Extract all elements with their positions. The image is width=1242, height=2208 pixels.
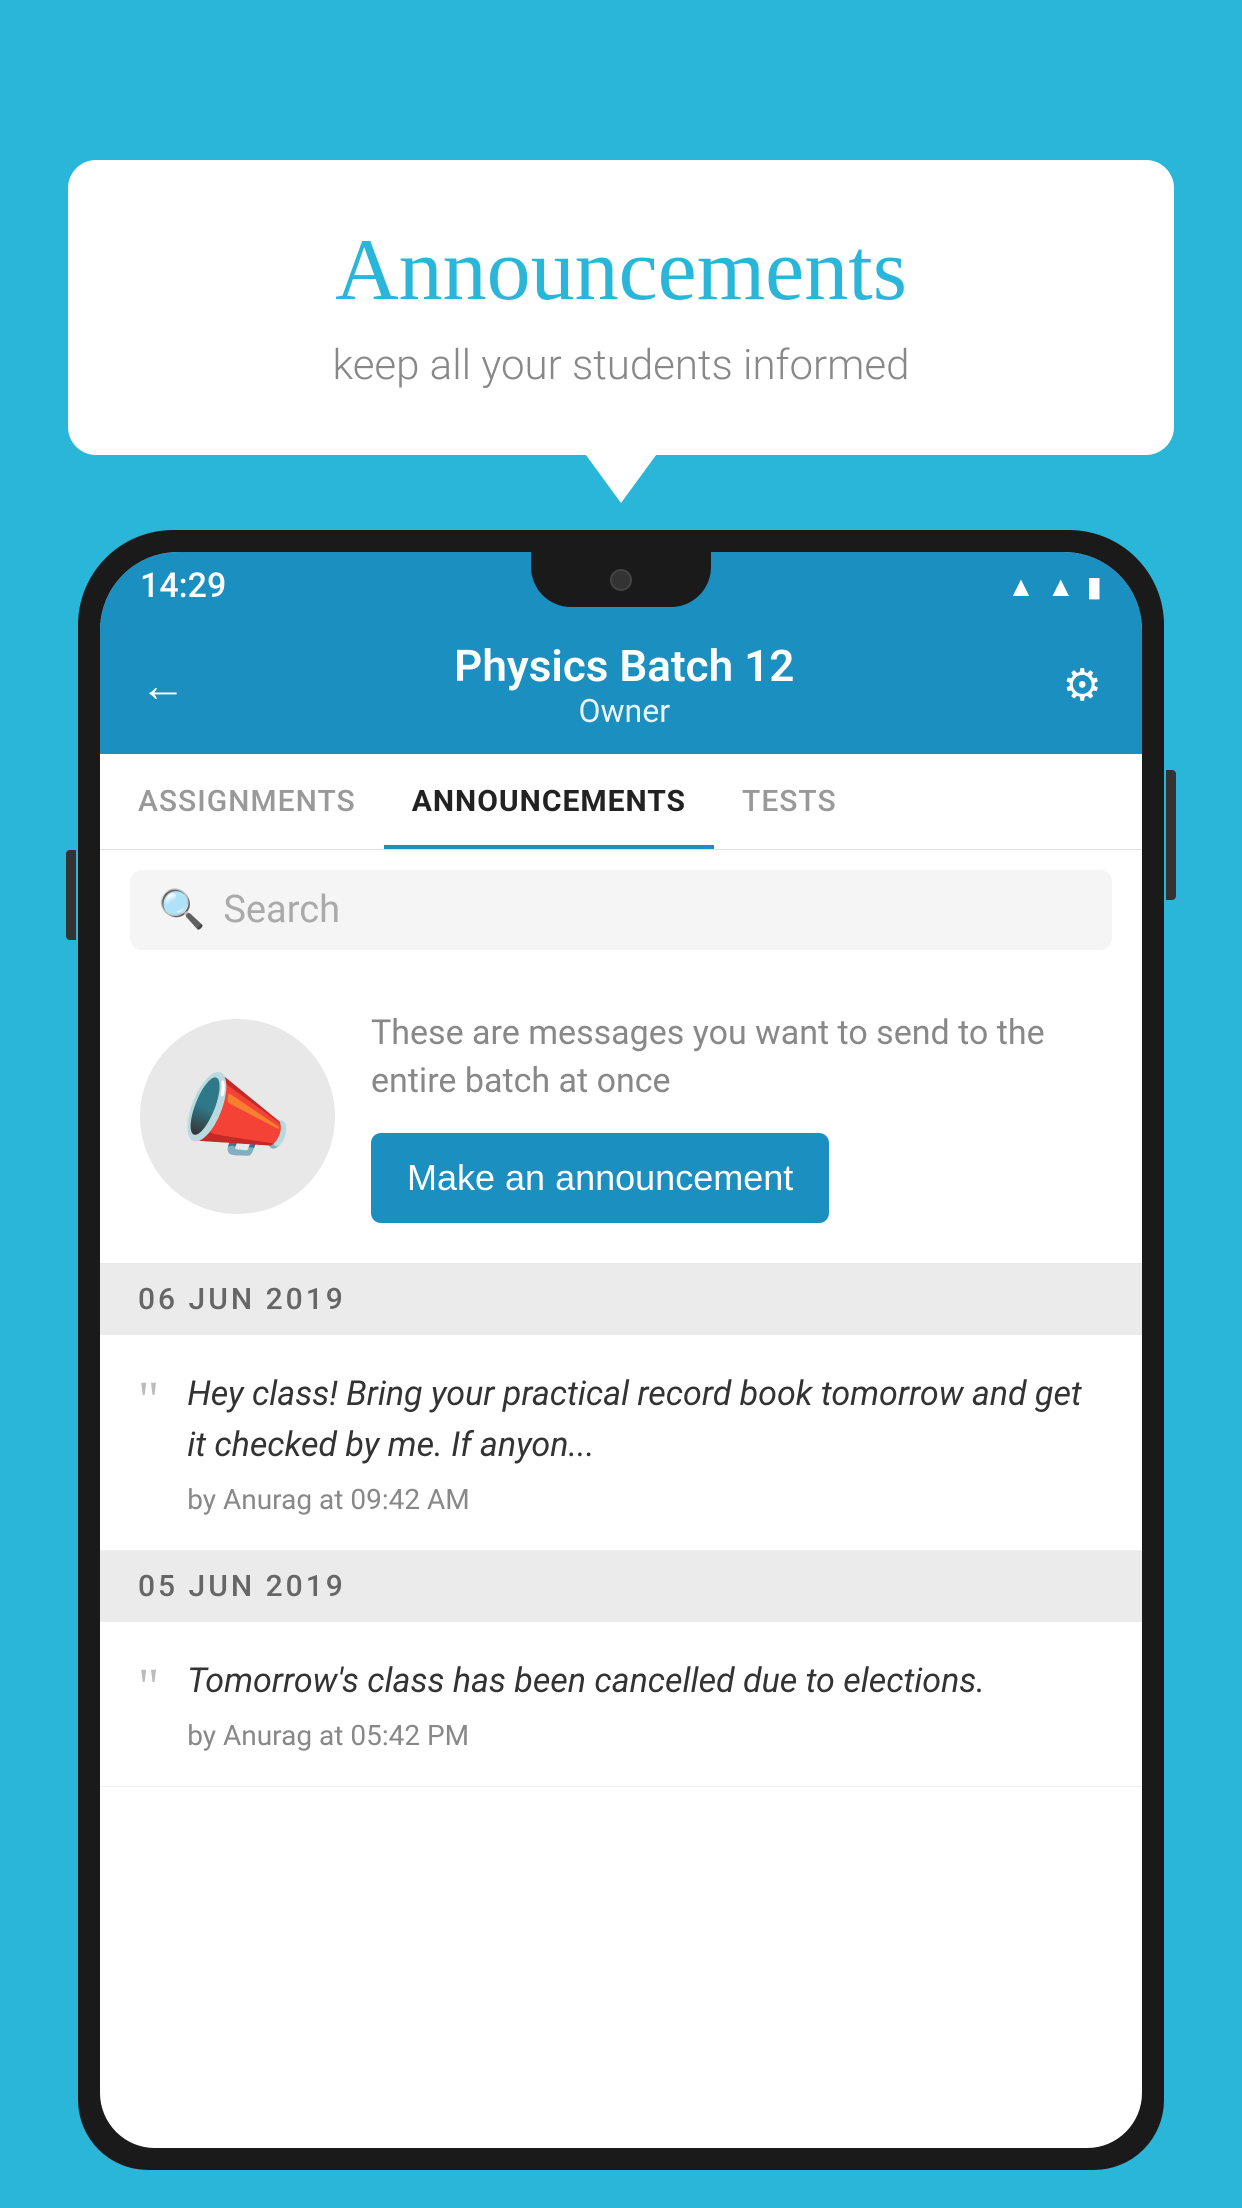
announcement-item-2[interactable]: " Tomorrow's class has been cancelled du… xyxy=(100,1622,1142,1787)
volume-button xyxy=(66,850,76,940)
power-button xyxy=(1166,770,1176,900)
phone-outer: 14:29 ▲ ▲ ▮ ← Physics Batch 12 Owner ⚙ xyxy=(78,530,1164,2170)
signal-icon: ▲ xyxy=(1047,570,1075,603)
battery-icon: ▮ xyxy=(1087,570,1102,603)
settings-icon[interactable]: ⚙ xyxy=(1063,659,1102,711)
announcement-content-1: Hey class! Bring your practical record b… xyxy=(187,1369,1104,1516)
make-announcement-button[interactable]: Make an announcement xyxy=(371,1133,829,1223)
status-bar: 14:29 ▲ ▲ ▮ xyxy=(100,552,1142,620)
date-separator-2: 05 JUN 2019 xyxy=(100,1551,1142,1622)
speech-bubble-subtitle: keep all your students informed xyxy=(118,341,1124,390)
date-separator-1: 06 JUN 2019 xyxy=(100,1264,1142,1335)
megaphone-circle: 📣 xyxy=(140,1019,335,1214)
batch-title: Physics Batch 12 xyxy=(454,640,794,692)
quote-icon-1: " xyxy=(138,1375,159,1427)
batch-role: Owner xyxy=(454,692,794,730)
phone-screen: 14:29 ▲ ▲ ▮ ← Physics Batch 12 Owner ⚙ xyxy=(100,552,1142,2148)
tab-bar: ASSIGNMENTS ANNOUNCEMENTS TESTS xyxy=(100,754,1142,850)
announcement-meta-1: by Anurag at 09:42 AM xyxy=(187,1483,1104,1516)
search-container: 🔍 Search xyxy=(100,850,1142,970)
tab-assignments[interactable]: ASSIGNMENTS xyxy=(110,754,384,849)
search-icon: 🔍 xyxy=(158,888,205,932)
status-icons: ▲ ▲ ▮ xyxy=(1007,570,1102,603)
announcement-text-2: Tomorrow's class has been cancelled due … xyxy=(187,1656,1104,1707)
announcement-meta-2: by Anurag at 05:42 PM xyxy=(187,1719,1104,1752)
announcement-content-2: Tomorrow's class has been cancelled due … xyxy=(187,1656,1104,1752)
tab-announcements[interactable]: ANNOUNCEMENTS xyxy=(384,754,714,849)
back-button[interactable]: ← xyxy=(140,658,186,713)
camera xyxy=(610,569,632,591)
header-center: Physics Batch 12 Owner xyxy=(454,640,794,730)
announcement-prompt: 📣 These are messages you want to send to… xyxy=(100,970,1142,1264)
wifi-icon: ▲ xyxy=(1007,570,1035,603)
quote-icon-2: " xyxy=(138,1662,159,1714)
tab-tests[interactable]: TESTS xyxy=(714,754,865,849)
phone-mockup: 14:29 ▲ ▲ ▮ ← Physics Batch 12 Owner ⚙ xyxy=(78,530,1164,2208)
megaphone-icon: 📣 xyxy=(181,1064,293,1169)
speech-bubble-container: Announcements keep all your students inf… xyxy=(68,160,1174,455)
announcement-item-1[interactable]: " Hey class! Bring your practical record… xyxy=(100,1335,1142,1551)
announcement-description: These are messages you want to send to t… xyxy=(371,1010,1102,1105)
announcement-text-1: Hey class! Bring your practical record b… xyxy=(187,1369,1104,1471)
notch xyxy=(531,552,711,607)
speech-bubble-title: Announcements xyxy=(118,220,1124,321)
speech-bubble: Announcements keep all your students inf… xyxy=(68,160,1174,455)
search-bar[interactable]: 🔍 Search xyxy=(130,870,1112,950)
search-placeholder: Search xyxy=(223,888,340,932)
status-time: 14:29 xyxy=(140,566,226,606)
app-header: ← Physics Batch 12 Owner ⚙ xyxy=(100,620,1142,754)
announcement-right: These are messages you want to send to t… xyxy=(371,1010,1102,1223)
